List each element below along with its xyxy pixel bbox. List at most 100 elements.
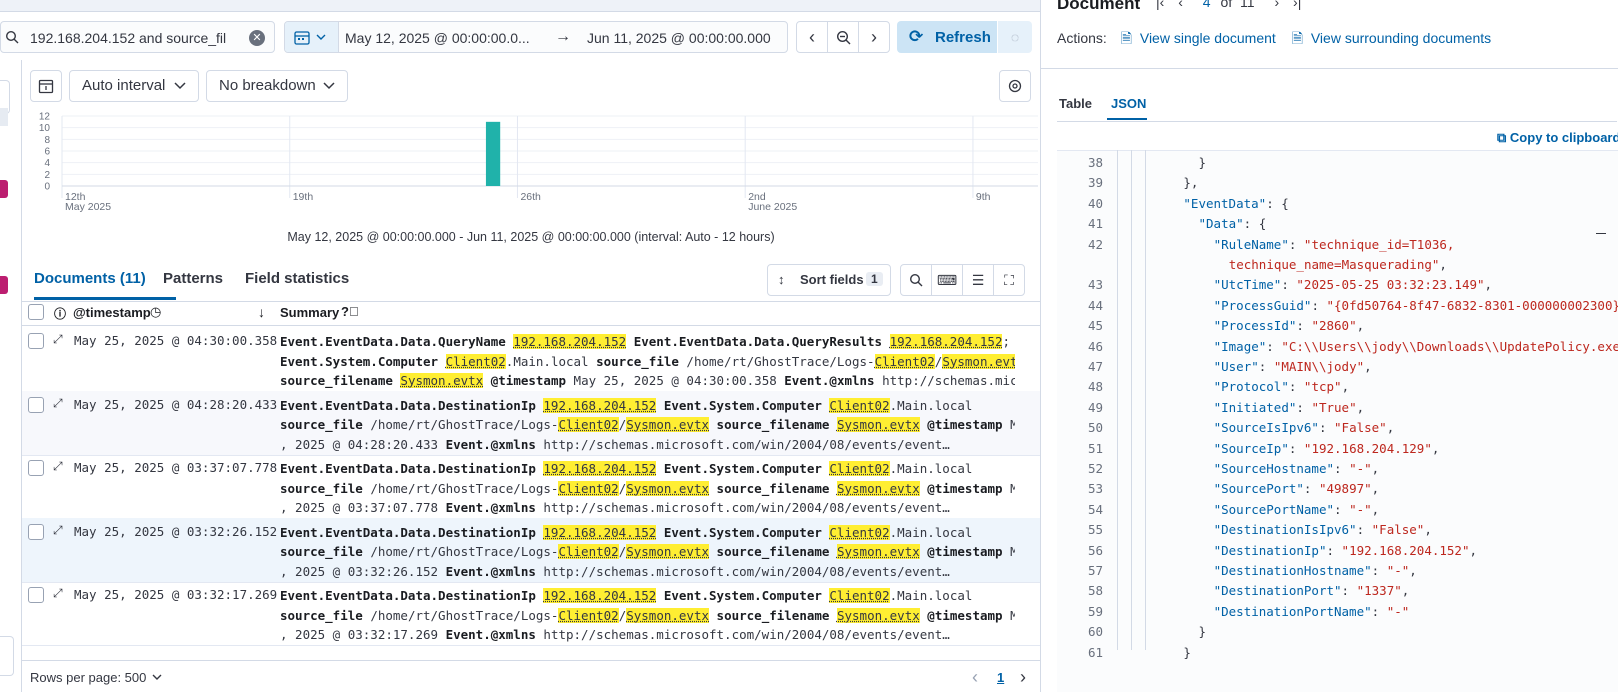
refresh-button[interactable]: ⟳ Refresh	[897, 21, 997, 53]
highlight-term: Sysmon.evtx	[836, 417, 920, 432]
keyboard-button[interactable]: ⌨	[931, 264, 963, 296]
summary-line: source_file /home/rt/GhostTrace/Logs-Cli…	[280, 479, 1015, 499]
rail-chip[interactable]	[0, 276, 8, 294]
expand-row-icon[interactable]: ⤢	[53, 523, 63, 538]
next-doc-icon[interactable]: ›	[1274, 0, 1279, 10]
quick-menu-button[interactable]	[285, 22, 339, 52]
search-button[interactable]	[900, 264, 932, 296]
x-tick-sublabel: May 2025	[65, 201, 111, 213]
json-string: "False"	[1334, 420, 1387, 436]
query-text[interactable]: 192.168.204.152 and source_fil	[30, 30, 235, 46]
first-doc-icon[interactable]: |‹	[1156, 0, 1164, 10]
clock-icon: ◷	[150, 304, 162, 319]
previous-range-button[interactable]: ‹	[796, 21, 828, 53]
highlight-term: Sysmon.evtx	[836, 607, 920, 623]
histogram-svg[interactable]: 02468101212thMay 202519th 26th 2ndJune 202…	[22, 110, 1040, 220]
interval-select[interactable]: Auto interval	[69, 70, 199, 102]
json-string: "-"	[1386, 563, 1410, 578]
json-line: 41 "Data": {	[1057, 216, 1618, 237]
visualize-button[interactable]	[999, 70, 1031, 102]
prev-doc-icon[interactable]: ‹	[1178, 0, 1183, 10]
last-doc-icon[interactable]: ›|	[1293, 0, 1301, 10]
help-icon[interactable]: ?⃝	[341, 304, 359, 319]
tab-json[interactable]: JSON	[1111, 96, 1146, 111]
json-punct: ,	[1341, 379, 1350, 395]
tab-documents[interactable]: Documents (11)	[34, 270, 146, 287]
line-number: 38	[1087, 155, 1103, 170]
row-checkbox[interactable]	[28, 460, 44, 476]
view-single-link[interactable]: View single document	[1140, 30, 1276, 46]
select-all-checkbox[interactable]	[28, 304, 44, 320]
json-viewer[interactable]: 38} 39}, 40 "EventData": {41 "Data": {42 "Rul…	[1057, 150, 1618, 692]
date-end[interactable]: Jun 11, 2025 @ 00:00:00.000	[587, 30, 771, 46]
next-range-button[interactable]: ›	[858, 21, 890, 53]
json-key: "Image"	[1213, 338, 1267, 354]
view-surrounding-link[interactable]: View surrounding documents	[1311, 30, 1491, 46]
row-summary: Event.EventData.Data.QueryName 192.168.2…	[280, 332, 1015, 391]
date-picker[interactable]: May 12, 2025 @ 00:00:00.0... → Jun 11, 2…	[284, 21, 788, 53]
highlight-term: Sysmon.evtx	[400, 373, 484, 388]
json-line: 60}	[1057, 624, 1618, 645]
rail-chip[interactable]	[0, 180, 8, 198]
json-line: 47 "User": "MAIN\\jody",	[1057, 359, 1618, 380]
expand-row-icon[interactable]: ⤢	[53, 396, 63, 411]
tab-table[interactable]: Table	[1059, 96, 1092, 111]
display-options-button[interactable]: ☰	[962, 264, 994, 296]
field-value: May 25	[1010, 417, 1015, 432]
chevron-down-icon[interactable]	[152, 669, 162, 684]
clear-query-icon[interactable]: ✕	[249, 30, 265, 46]
query-bar: 192.168.204.152 and source_fil ✕ May 12,…	[0, 20, 1040, 56]
copy-to-clipboard-button[interactable]: ⧉ Copy to clipboard	[1497, 130, 1618, 146]
next-page-icon[interactable]: ›	[1020, 667, 1026, 688]
row-checkbox[interactable]	[28, 587, 44, 603]
row-checkbox[interactable]	[28, 396, 44, 413]
json-punct: :	[1356, 522, 1372, 538]
table-row[interactable]: ⤢ May 25, 2025 @ 03:37:07.778 Event.EventD…	[22, 454, 1040, 519]
sort-fields-button[interactable]: ↕ Sort fields 1	[767, 264, 891, 296]
field-name: Event.System.Computer	[663, 397, 830, 413]
json-line: 50 "SourceIsIpv6": "False",	[1057, 420, 1618, 441]
json-punct: ,	[1469, 542, 1478, 558]
col-timestamp[interactable]: @timestamp	[73, 305, 151, 320]
json-key: "DestinationIsIpv6"	[1213, 522, 1357, 538]
zoom-out-button[interactable]	[827, 21, 859, 53]
tab-field-statistics[interactable]: Field statistics	[245, 270, 349, 287]
table-row[interactable]: ⤢ May 25, 2025 @ 03:32:26.152 Event.EventD…	[22, 517, 1040, 583]
json-line: 38}	[1057, 155, 1618, 176]
json-punct: ,	[1371, 501, 1380, 517]
expand-row-icon[interactable]: ⤢	[53, 586, 63, 601]
field-name: Event.EventData.Data.QueryName	[280, 334, 514, 349]
rows-per-page[interactable]: Rows per page: 500	[30, 670, 146, 685]
info-icon[interactable]: ⓘ	[54, 305, 66, 322]
json-line: 39},	[1057, 175, 1618, 196]
fullscreen-button[interactable]: ⛶	[993, 264, 1025, 296]
y-tick-label: 8	[44, 135, 50, 146]
page-number[interactable]: 1	[997, 670, 1004, 685]
rail-button[interactable]	[0, 636, 14, 676]
breakdown-select[interactable]: No breakdown	[206, 70, 348, 102]
table-row[interactable]: ⤢ May 25, 2025 @ 03:32:17.269 Event.EventD…	[22, 581, 1040, 646]
sort-desc-icon[interactable]: ↓	[258, 304, 265, 320]
tab-patterns[interactable]: Patterns	[163, 270, 223, 287]
col-summary[interactable]: Summary	[280, 305, 339, 320]
row-checkbox[interactable]	[28, 333, 44, 349]
field-value: May 25	[1010, 607, 1015, 623]
highlight-term: 192.168.204.152	[543, 397, 657, 413]
histogram-chart: 0 2 4 6 8 10 12 12th May 2025 19th 26th 2nd June 202…	[22, 110, 1040, 250]
table-row[interactable]: ⤢ May 25, 2025 @ 04:28:20.433 Event.EventD…	[22, 390, 1040, 456]
chart-options-button[interactable]	[30, 70, 62, 102]
json-punct: :	[1371, 563, 1387, 578]
calendar-icon	[294, 31, 310, 45]
prev-page-icon[interactable]: ‹	[972, 667, 978, 688]
expand-row-icon[interactable]: ⤢	[53, 459, 63, 474]
auto-refresh-icon[interactable]: ◌	[998, 21, 1032, 53]
table-row[interactable]: ⤢ May 25, 2025 @ 04:30:00.358 Event.EventD…	[22, 327, 1040, 392]
json-punct: ,	[1484, 277, 1493, 293]
highlight-term: 192.168.204.152	[889, 334, 1003, 349]
expand-row-icon[interactable]: ⤢	[53, 332, 63, 347]
json-punct: :	[1334, 501, 1350, 517]
row-checkbox[interactable]	[28, 523, 44, 540]
summary-line: , 2025 @ 03:32:17.269 Event.@xmlns http:…	[280, 625, 1015, 645]
query-input[interactable]: 192.168.204.152 and source_fil ✕	[0, 21, 275, 53]
date-start[interactable]: May 12, 2025 @ 00:00:00.0...	[345, 30, 530, 46]
